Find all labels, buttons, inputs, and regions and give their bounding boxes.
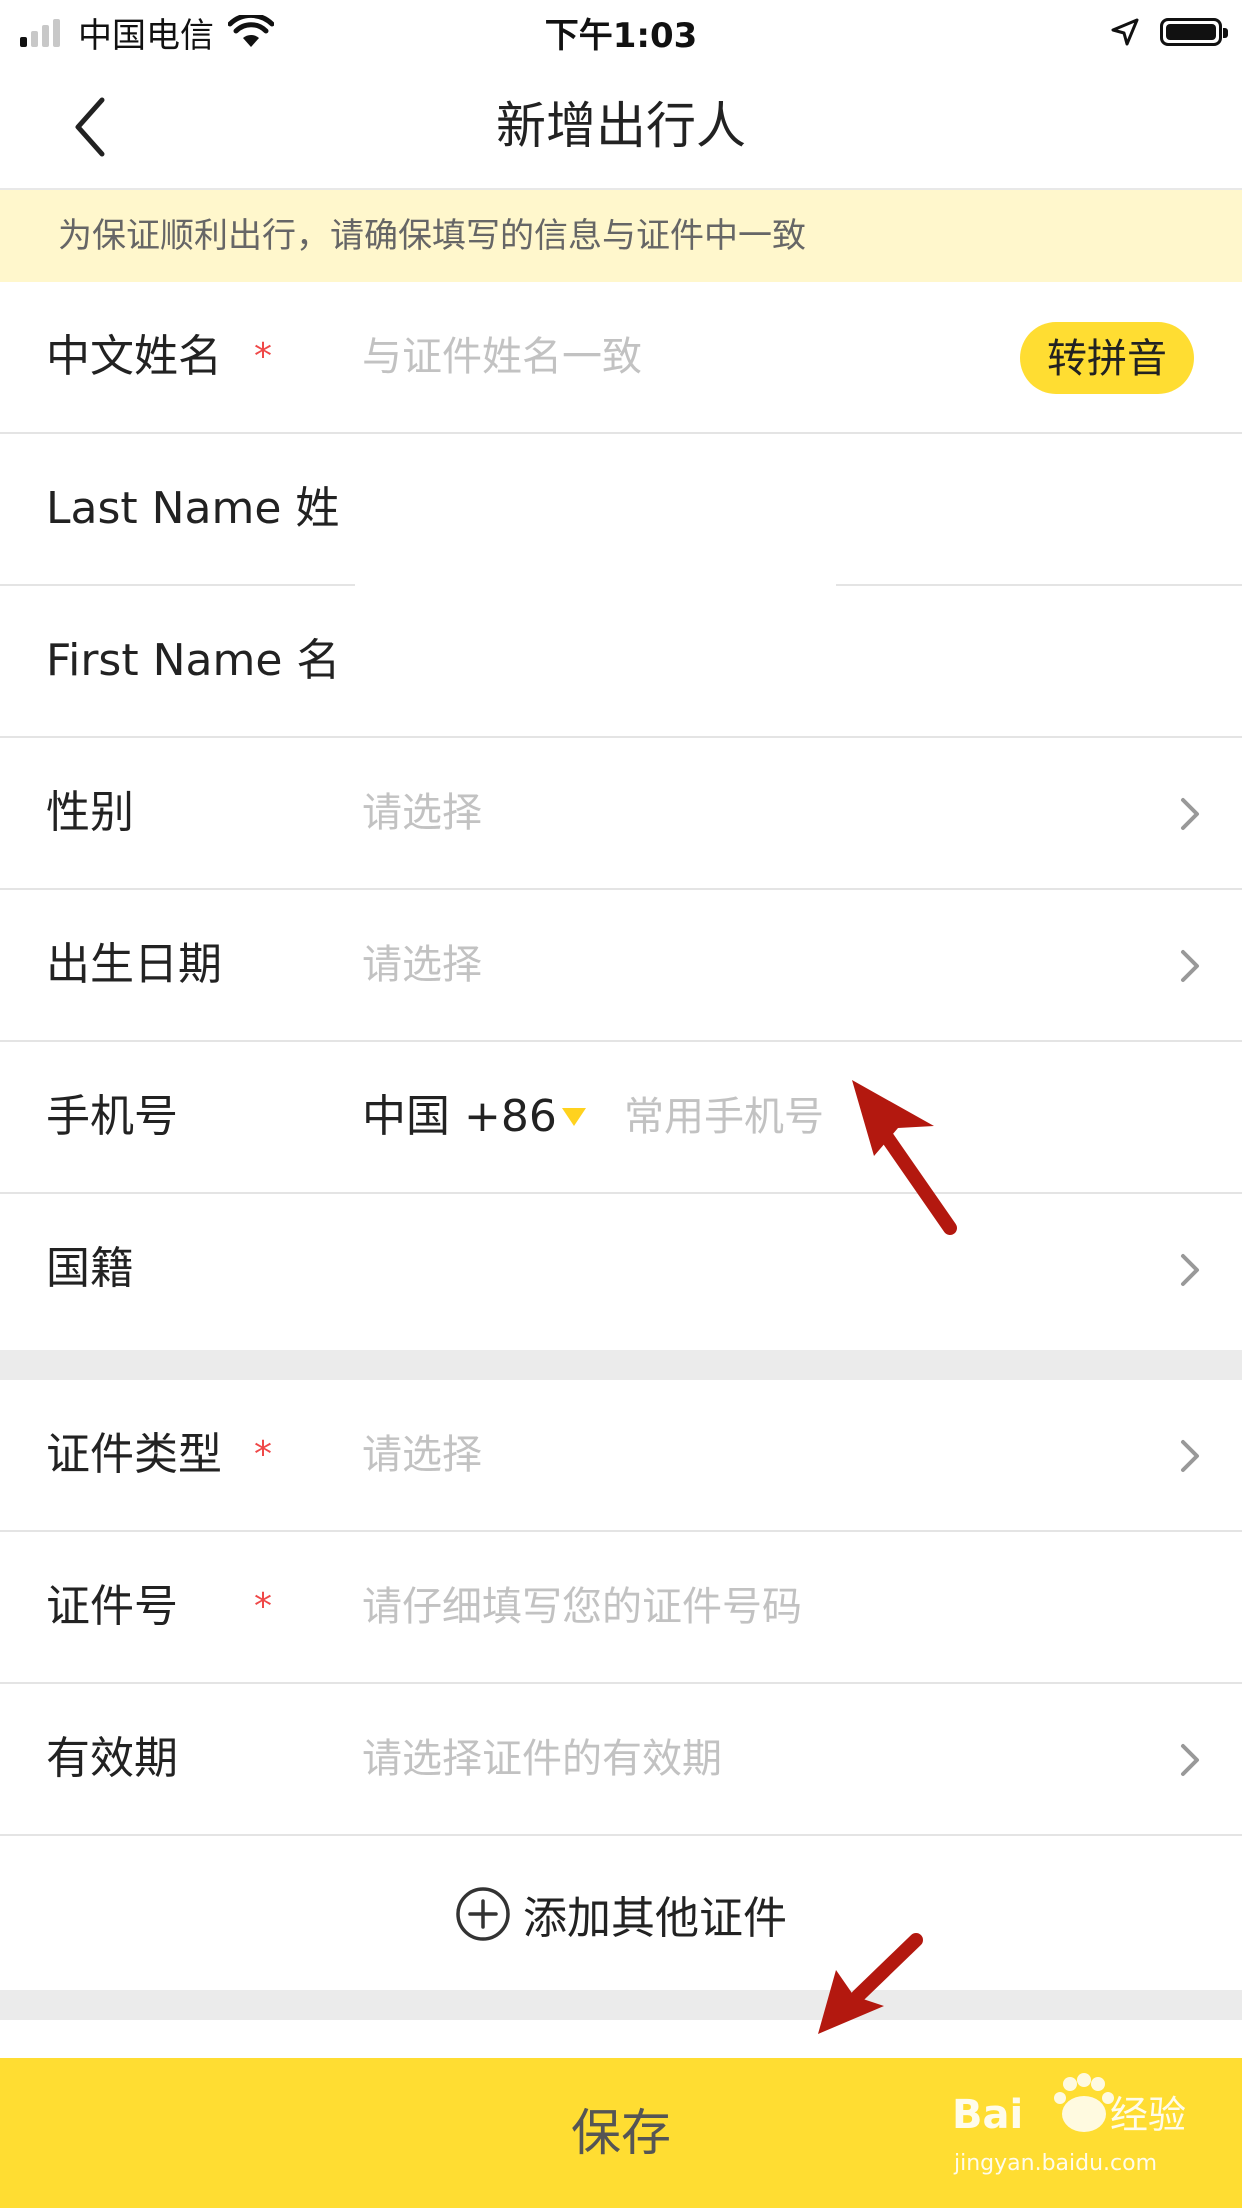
- chinese-name-input[interactable]: 与证件姓名一致: [362, 282, 642, 432]
- annotation-arrow-up: [852, 1080, 957, 1235]
- required-mark: *: [254, 1434, 272, 1475]
- country-code-select[interactable]: 中国 +86: [362, 1042, 557, 1192]
- status-time: 下午1:03: [544, 16, 698, 56]
- field-label: First Name 名: [46, 635, 341, 686]
- field-label: 性别: [46, 787, 134, 838]
- field-id-number[interactable]: 证件号 * 请仔细填写您的证件号码: [0, 1532, 1242, 1684]
- field-label: 国籍: [46, 1243, 134, 1294]
- field-label: 手机号: [46, 1091, 178, 1142]
- svg-text:经验: 经验: [1110, 2093, 1186, 2137]
- svg-text:Bai: Bai: [952, 2092, 1023, 2138]
- chevron-right-icon: [1181, 1440, 1199, 1472]
- status-right: [1110, 12, 1228, 52]
- field-label: 证件类型: [46, 1429, 222, 1480]
- plus-circle-icon: [456, 1887, 510, 1941]
- field-nationality[interactable]: 国籍: [0, 1194, 1242, 1344]
- baidu-jingyan-watermark: Bai 经验 jingyan.baidu.com: [952, 2073, 1186, 2176]
- gender-select[interactable]: 请选择: [362, 738, 482, 888]
- field-label: 出生日期: [46, 939, 222, 990]
- field-label: 有效期: [46, 1733, 178, 1784]
- svg-text:jingyan.baidu.com: jingyan.baidu.com: [953, 2151, 1157, 2176]
- field-birthdate[interactable]: 出生日期 请选择: [0, 890, 1242, 1042]
- required-mark: *: [254, 336, 272, 377]
- phone-input[interactable]: 常用手机号: [624, 1042, 824, 1192]
- field-first-name[interactable]: First Name 名: [0, 586, 1242, 738]
- chevron-right-icon: [1181, 1744, 1199, 1776]
- required-mark: *: [254, 1586, 272, 1627]
- field-label: 中文姓名: [46, 331, 222, 382]
- field-validity[interactable]: 有效期 请选择证件的有效期: [0, 1684, 1242, 1836]
- location-arrow-icon: [1111, 18, 1139, 46]
- add-document-row[interactable]: 添加其他证件: [0, 1838, 1242, 1990]
- field-phone[interactable]: 手机号 中国 +86 常用手机号: [0, 1042, 1242, 1194]
- section-gap: [0, 1350, 1242, 1380]
- add-document-label: 添加其他证件: [523, 1893, 787, 1944]
- id-number-input[interactable]: 请仔细填写您的证件号码: [362, 1532, 802, 1682]
- dropdown-triangle-icon[interactable]: [562, 1108, 586, 1126]
- add-document-button[interactable]: 添加其他证件: [0, 1838, 1242, 1990]
- status-bar: 中国电信 下午1:03: [0, 0, 1242, 62]
- page-title: 新增出行人: [496, 97, 746, 155]
- field-label: Last Name 姓: [46, 483, 340, 534]
- chevron-right-icon: [1181, 798, 1199, 830]
- battery-icon: [1160, 18, 1228, 46]
- chevron-right-icon: [1181, 1254, 1199, 1286]
- field-gender[interactable]: 性别 请选择: [0, 738, 1242, 890]
- birthdate-select[interactable]: 请选择: [362, 890, 482, 1040]
- field-chinese-name[interactable]: 中文姓名 * 与证件姓名一致 转拼音: [0, 282, 1242, 434]
- field-last-name[interactable]: Last Name 姓: [0, 434, 1242, 586]
- section-gap: [0, 1990, 1242, 2020]
- annotation-arrow-down: [818, 1933, 923, 2034]
- field-id-type[interactable]: 证件类型 * 请选择: [0, 1380, 1242, 1532]
- validity-select[interactable]: 请选择证件的有效期: [362, 1684, 722, 1834]
- notice-text: 为保证顺利出行，请确保填写的信息与证件中一致: [58, 216, 806, 256]
- convert-pinyin-button[interactable]: 转拼音: [1020, 322, 1194, 394]
- field-label: 证件号: [46, 1581, 178, 1632]
- chevron-right-icon: [1181, 950, 1199, 982]
- nav-bar: 新增出行人: [0, 62, 1242, 190]
- notice-banner: 为保证顺利出行，请确保填写的信息与证件中一致: [0, 190, 1242, 282]
- id-type-select[interactable]: 请选择: [362, 1380, 482, 1530]
